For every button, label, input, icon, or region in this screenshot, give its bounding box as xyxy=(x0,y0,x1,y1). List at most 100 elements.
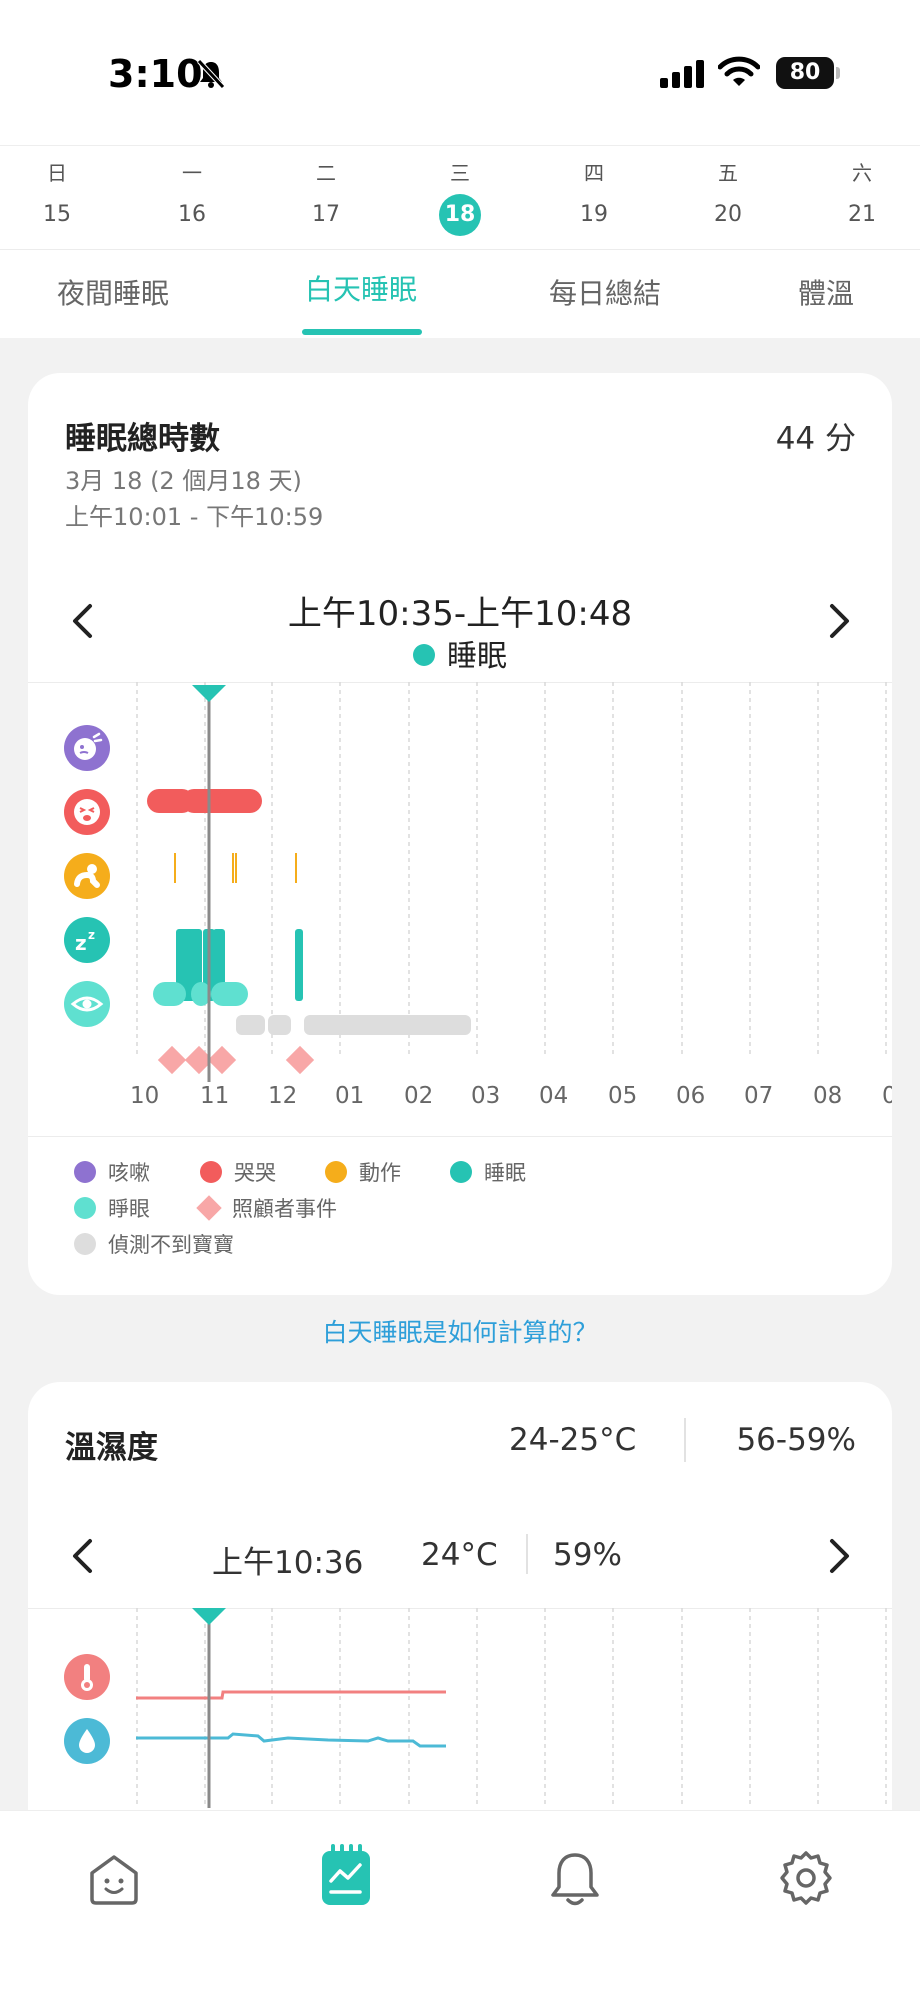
battery-level: 80 xyxy=(776,57,834,89)
day-weekday: 四 xyxy=(584,161,604,185)
day-number: 20 xyxy=(714,202,742,227)
next-period-button[interactable] xyxy=(828,603,852,649)
day-thu[interactable]: 四 19 xyxy=(564,158,624,236)
x-label-11: 11 xyxy=(200,1083,230,1109)
no-baby-segment-0 xyxy=(236,1015,265,1035)
day-sun[interactable]: 日 15 xyxy=(27,158,87,236)
day-weekday: 五 xyxy=(718,161,738,185)
nav-report-active[interactable] xyxy=(318,1841,374,1911)
battery-nub xyxy=(836,67,840,79)
awake-dot-icon xyxy=(74,1197,96,1219)
day-mon[interactable]: 一 16 xyxy=(162,158,222,236)
cry-dot-icon xyxy=(200,1161,222,1183)
legend-awake-label: 睜眼 xyxy=(108,1197,150,1221)
x-label-10: 10 xyxy=(130,1083,160,1109)
day-weekday: 三 xyxy=(450,161,470,185)
nav-notifications[interactable] xyxy=(548,1849,602,1913)
caregiver-event-2 xyxy=(207,1045,237,1075)
temp-humidity-title: 溫濕度 xyxy=(65,1430,158,1466)
motion-tick-3 xyxy=(295,853,297,883)
no-baby-segment-2 xyxy=(304,1015,471,1035)
no-baby-segment-1 xyxy=(268,1015,291,1035)
tab-day-sleep[interactable]: 白天睡眠 xyxy=(305,268,417,308)
selected-state: 睡眠 xyxy=(28,631,892,675)
legend-motion: 動作 xyxy=(325,1157,401,1187)
tab-night-sleep[interactable]: 夜間睡眠 xyxy=(57,272,169,312)
selected-state-label: 睡眠 xyxy=(447,639,507,674)
sleep-total-title: 睡眠總時數 xyxy=(65,421,220,457)
legend-cry-label: 哭哭 xyxy=(234,1161,276,1185)
x-label-06: 06 xyxy=(676,1083,706,1109)
home-icon xyxy=(90,1855,138,1905)
humidity-range: 56-59% xyxy=(736,1422,856,1458)
bell-icon xyxy=(551,1853,599,1906)
x-label-03: 03 xyxy=(471,1083,501,1109)
humidity-line xyxy=(136,1732,446,1748)
status-time: 3:10 xyxy=(108,52,203,96)
day-weekday: 二 xyxy=(316,161,336,185)
day-tue[interactable]: 二 17 xyxy=(296,158,356,236)
sleep-total-card: 睡眠總時數 44 分 3月 18 (2 個月18 天) 上午10:01 - 下午… xyxy=(28,373,892,1295)
legend-no-baby-label: 偵測不到寶寶 xyxy=(108,1233,234,1257)
sleep-bar-3 xyxy=(295,929,303,1001)
report-icon xyxy=(322,1844,370,1905)
legend-caregiver: 照顧者事件 xyxy=(196,1193,337,1223)
x-label-01: 01 xyxy=(335,1083,365,1109)
day-number: 15 xyxy=(43,202,71,227)
temp-humidity-chart[interactable] xyxy=(28,1608,892,1808)
awake-segment-0 xyxy=(153,982,186,1006)
nav-settings[interactable] xyxy=(777,1849,835,1911)
x-label-08: 08 xyxy=(813,1083,843,1109)
bottom-navigation xyxy=(0,1810,920,1999)
nav-home[interactable] xyxy=(86,1851,142,1911)
chevron-right-icon xyxy=(830,1539,849,1573)
reading-temp: 24°C xyxy=(421,1537,498,1573)
day-weekday: 一 xyxy=(182,161,202,185)
legend-sleep: 睡眠 xyxy=(450,1157,526,1187)
day-fri[interactable]: 五 20 xyxy=(698,158,758,236)
x-label-04: 04 xyxy=(539,1083,569,1109)
temperature-line xyxy=(136,1690,446,1700)
legend-cry: 哭哭 xyxy=(200,1157,276,1187)
chevron-right-icon xyxy=(830,604,849,638)
sleep-timeline-chart[interactable] xyxy=(28,682,892,1082)
next-reading-button[interactable] xyxy=(828,1538,852,1584)
day-sat[interactable]: 六 21 xyxy=(832,158,892,236)
week-date-picker: 日 15 一 16 二 17 三 18 四 19 五 20 六 21 xyxy=(0,145,920,250)
cell-signal-icon xyxy=(660,60,704,88)
value-divider xyxy=(684,1418,686,1462)
x-label-02: 02 xyxy=(404,1083,434,1109)
motion-tick-0 xyxy=(174,853,176,883)
legend-awake: 睜眼 xyxy=(74,1193,150,1223)
cough-dot-icon xyxy=(74,1161,96,1183)
sleep-dot-icon xyxy=(450,1161,472,1183)
caregiver-diamond-icon xyxy=(196,1195,222,1221)
wifi-icon xyxy=(718,56,760,86)
awake-segment-2 xyxy=(211,982,248,1006)
legend-cough: 咳嗽 xyxy=(74,1157,150,1187)
x-label-07: 07 xyxy=(744,1083,774,1109)
day-number: 16 xyxy=(178,202,206,227)
day-weekday: 六 xyxy=(852,161,872,185)
day-number: 21 xyxy=(848,202,876,227)
tab-daily-summary[interactable]: 每日總結 xyxy=(549,272,661,312)
silent-bell-icon xyxy=(197,59,225,89)
reading-humidity: 59% xyxy=(553,1537,622,1573)
x-label-12: 12 xyxy=(268,1083,298,1109)
sleep-tabs: 夜間睡眠 白天睡眠 每日總結 體溫 xyxy=(0,250,920,338)
legend-no-baby: 偵測不到寶寶 xyxy=(74,1229,234,1259)
tab-temperature[interactable]: 體溫 xyxy=(798,272,854,312)
chevron-left-icon xyxy=(73,1539,92,1573)
how-calculated-link[interactable]: 白天睡眠是如何計算的？ xyxy=(0,1313,920,1349)
no-baby-dot-icon xyxy=(74,1233,96,1255)
sleep-total-value: 44 分 xyxy=(775,421,856,457)
temp-range: 24-25°C xyxy=(509,1422,637,1458)
sleep-range-line: 上午10:01 - 下午10:59 xyxy=(65,503,324,531)
day-wed-selected[interactable]: 三 18 xyxy=(430,158,490,236)
caregiver-event-0 xyxy=(157,1045,187,1075)
prev-reading-button[interactable] xyxy=(70,1538,94,1584)
x-label-cut: 0 xyxy=(882,1083,892,1109)
active-tab-indicator xyxy=(302,329,422,335)
day-weekday: 日 xyxy=(47,161,67,185)
cry-segment-3 xyxy=(218,789,262,813)
